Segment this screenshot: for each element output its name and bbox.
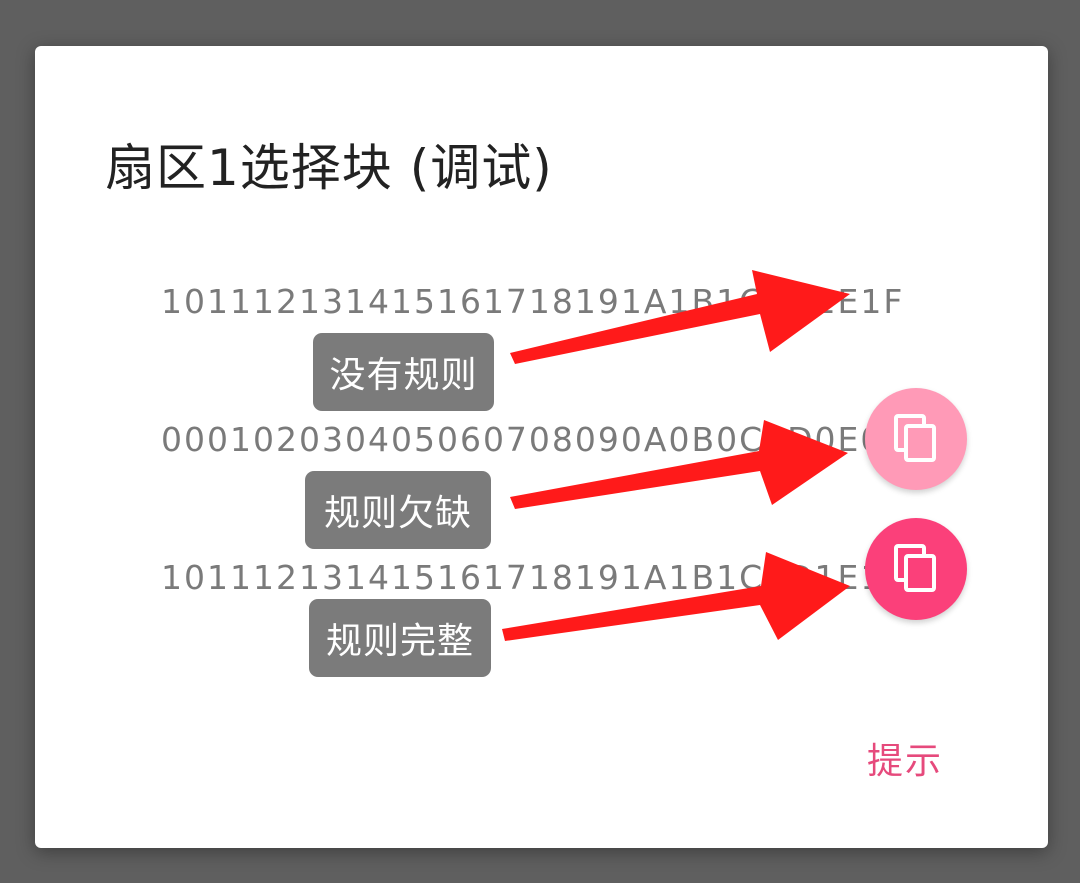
- copy-icon: [894, 414, 936, 462]
- block-hex-1[interactable]: 101112131415161718191A1B1C1D1E1F: [161, 282, 904, 321]
- copy-button-partial[interactable]: [865, 388, 967, 490]
- copy-button-complete[interactable]: [865, 518, 967, 620]
- sector-dialog: 扇区1选择块 (调试) 101112131415161718191A1B1C1D…: [35, 46, 1048, 848]
- dialog-title: 扇区1选择块 (调试): [105, 139, 553, 197]
- hint-button[interactable]: 提示: [867, 732, 943, 784]
- copy-icon: [894, 544, 936, 592]
- block-hex-2[interactable]: 000102030405060708090A0B0C0D0E0F: [161, 420, 904, 459]
- block-hex-3[interactable]: 101112131415161718191A1B1C1D1E1F: [161, 558, 904, 597]
